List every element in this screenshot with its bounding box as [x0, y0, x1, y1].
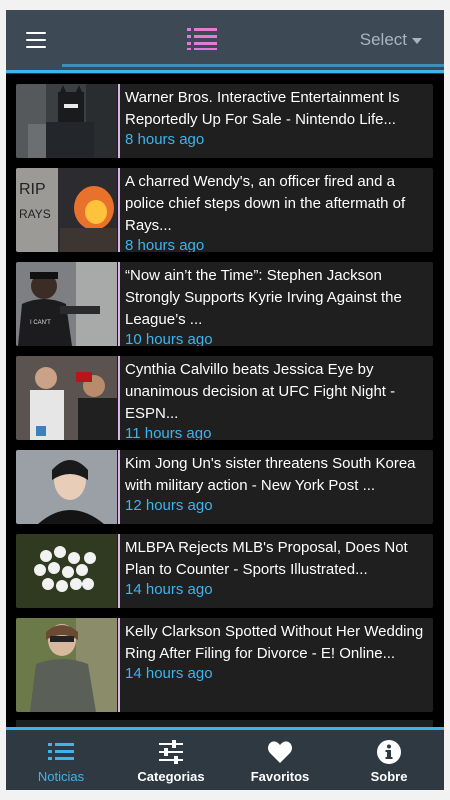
baseballs-thumbnail [16, 534, 117, 608]
tab-noticias[interactable]: Noticias [6, 730, 116, 790]
select-label: Select [359, 30, 407, 49]
article-time: 10 hours ago [125, 331, 213, 346]
sliders-icon [159, 740, 183, 764]
tab-label: Noticias [37, 769, 85, 784]
thumbnail-separator [118, 618, 120, 712]
article-time: 8 hours ago [125, 237, 205, 252]
news-card[interactable]: RIP RAYS A charred Wendy's, an officer f… [16, 168, 433, 252]
kim-yo-jong-thumbnail [16, 450, 117, 524]
caret-down-icon [412, 37, 422, 44]
news-card[interactable]: I CAN'T “Now ain’t the Time”: Stephen Ja… [16, 262, 433, 346]
list-view-icon[interactable] [187, 28, 217, 50]
svg-text:RAYS: RAYS [19, 207, 51, 221]
ufc-fight-thumbnail [16, 356, 117, 440]
header-accent-line [62, 64, 444, 67]
news-feed[interactable]: Warner Bros. Interactive Entertainment I… [16, 84, 433, 722]
news-card[interactable]: Kim Jong Un's sister threatens South Kor… [16, 450, 433, 524]
heart-icon [268, 741, 292, 763]
card-text: MLBPA Rejects MLB's Proposal, Does Not P… [125, 534, 433, 605]
tab-favoritos[interactable]: Favoritos [225, 730, 335, 790]
thumbnail-separator [118, 84, 120, 158]
news-card[interactable]: Kelly Clarkson Spotted Without Her Weddi… [16, 618, 433, 712]
article-title: “Now ain’t the Time”: Stephen Jackson St… [125, 267, 402, 328]
article-time: 8 hours ago [125, 131, 205, 148]
thumbnail-separator [118, 262, 120, 346]
article-title: MLBPA Rejects MLB's Proposal, Does Not P… [125, 539, 408, 578]
card-text: “Now ain’t the Time”: Stephen Jackson St… [125, 262, 433, 346]
info-icon [377, 740, 401, 764]
svg-text:I CAN'T: I CAN'T [30, 320, 51, 326]
hamburger-menu-icon[interactable] [26, 32, 46, 48]
thumbnail-separator [118, 356, 120, 440]
article-title: Kim Jong Un's sister threatens South Kor… [125, 455, 416, 494]
app-screen: Select Warner Bros. Interactive Entertai… [6, 10, 444, 790]
card-text: A charred Wendy's, an officer fired and … [125, 168, 433, 252]
article-title: Warner Bros. Interactive Entertainment I… [125, 89, 400, 128]
article-time: 11 hours ago [125, 425, 212, 440]
tab-label: Sobre [370, 769, 408, 784]
article-time: 14 hours ago [125, 665, 213, 682]
tab-label: Favoritos [250, 769, 310, 784]
article-title: Kelly Clarkson Spotted Without Her Weddi… [125, 623, 424, 662]
thumbnail-separator [118, 534, 120, 608]
card-text: Kelly Clarkson Spotted Without Her Weddi… [125, 618, 433, 689]
news-card[interactable]: Cynthia Calvillo beats Jessica Eye by un… [16, 356, 433, 440]
tab-label: Categorias [137, 769, 205, 784]
tab-sobre[interactable]: Sobre [334, 730, 444, 790]
bottom-tab-bar: Noticias Categorias Favoritos Sobre [6, 727, 444, 790]
tab-categorias[interactable]: Categorias [116, 730, 226, 790]
select-dropdown[interactable]: Select [360, 30, 422, 50]
stephen-jackson-thumbnail: I CAN'T [16, 262, 117, 346]
thumbnail-separator [118, 450, 120, 524]
list-icon [48, 743, 74, 760]
kelly-clarkson-thumbnail [16, 618, 117, 712]
news-card[interactable]: Warner Bros. Interactive Entertainment I… [16, 84, 433, 158]
top-app-bar: Select [6, 10, 444, 70]
article-time: 14 hours ago [125, 581, 213, 598]
thumbnail-separator [118, 168, 120, 252]
card-text: Cynthia Calvillo beats Jessica Eye by un… [125, 356, 433, 440]
article-time: 12 hours ago [125, 497, 213, 514]
header-accent-bar [6, 70, 444, 73]
batman-lego-thumbnail [16, 84, 117, 158]
article-title: Cynthia Calvillo beats Jessica Eye by un… [125, 361, 396, 422]
card-text: Warner Bros. Interactive Entertainment I… [125, 84, 433, 155]
fire-protest-thumbnail: RIP RAYS [16, 168, 117, 252]
news-card[interactable]: MLBPA Rejects MLB's Proposal, Does Not P… [16, 534, 433, 608]
card-text: Kim Jong Un's sister threatens South Kor… [125, 450, 433, 521]
article-title: A charred Wendy's, an officer fired and … [125, 173, 406, 234]
svg-text:RIP: RIP [19, 181, 46, 198]
